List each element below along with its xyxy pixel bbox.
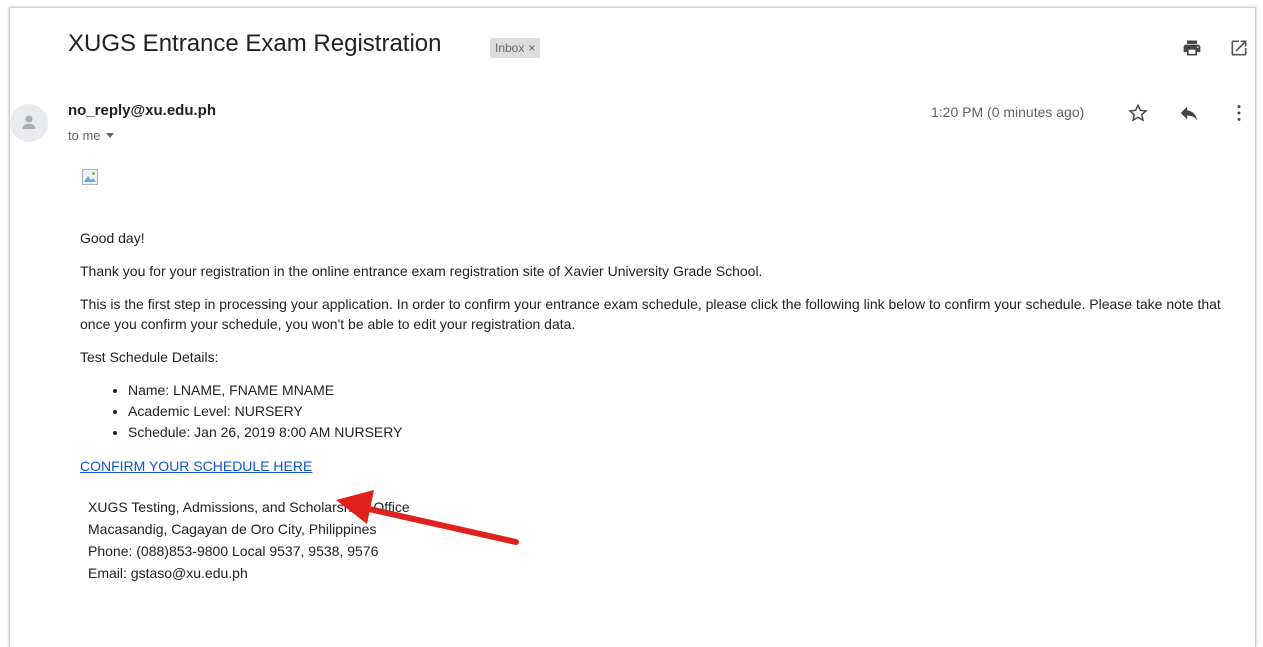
caret-down-icon	[105, 133, 114, 138]
inbox-label-chip[interactable]: Inbox ×	[490, 38, 541, 58]
open-in-new-window-icon[interactable]	[1229, 38, 1249, 58]
email-timestamp: 1:20 PM (0 minutes ago)	[931, 104, 1085, 120]
email-body: Good day! Thank you for your registratio…	[80, 228, 1250, 584]
remove-label-icon[interactable]: ×	[528, 38, 535, 58]
sender-avatar	[10, 104, 48, 142]
detail-name: Name: LNAME, FNAME MNAME	[128, 380, 1250, 401]
sender-email[interactable]: no_reply@xu.edu.ph	[68, 102, 216, 119]
schedule-details-list: Name: LNAME, FNAME MNAME Academic Level:…	[80, 380, 1250, 443]
thank-you-paragraph: Thank you for your registration in the o…	[80, 263, 763, 279]
red-arrow-annotation	[336, 490, 519, 545]
broken-image-icon	[82, 169, 98, 185]
detail-academic-level: Academic Level: NURSERY	[128, 401, 1250, 422]
star-icon[interactable]	[1127, 102, 1149, 124]
greeting: Good day!	[80, 230, 145, 246]
signature-phone: Phone: (088)853-9800 Local 9537, 9538, 9…	[88, 543, 379, 559]
email-subject: XUGS Entrance Exam Registration	[68, 30, 442, 57]
print-icon[interactable]	[1182, 38, 1202, 58]
recipient-text: to me	[68, 128, 101, 143]
detail-schedule: Schedule: Jan 26, 2019 8:00 AM NURSERY	[128, 422, 1250, 443]
person-icon	[22, 115, 36, 129]
reply-icon[interactable]	[1178, 102, 1200, 124]
signature-email: Email: gstaso@xu.edu.ph	[88, 565, 248, 581]
signature-address: Macasandig, Cagayan de Oro City, Philipp…	[88, 521, 377, 537]
more-vertical-icon[interactable]	[1228, 102, 1250, 124]
details-heading: Test Schedule Details:	[80, 349, 219, 365]
confirm-schedule-link[interactable]: CONFIRM YOUR SCHEDULE HERE	[80, 458, 312, 474]
email-signature: XUGS Testing, Admissions, and Scholarshi…	[88, 496, 1250, 584]
signature-office: XUGS Testing, Admissions, and Scholarshi…	[88, 499, 410, 515]
instructions-paragraph: This is the first step in processing you…	[80, 296, 1221, 332]
label-text: Inbox	[495, 41, 525, 55]
recipient-details-toggle[interactable]: to me	[68, 128, 114, 143]
